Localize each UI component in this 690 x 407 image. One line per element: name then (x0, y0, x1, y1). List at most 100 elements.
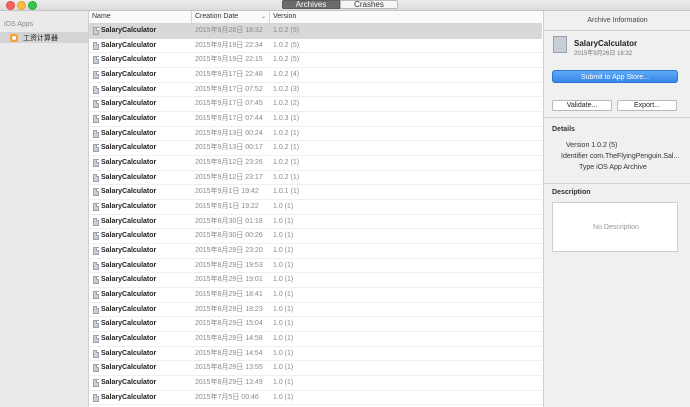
archive-document-icon (93, 335, 99, 344)
table-row[interactable]: SalaryCalculator 2015年9月17日 22:48 1.0.2 (4… (89, 68, 542, 83)
table-row[interactable]: SalaryCalculator 2015年9月17日 07:44 1.0.3 (1… (89, 112, 542, 127)
version-cell: 1.0.1 (1) (273, 188, 300, 196)
table-row[interactable]: SalaryCalculator 2015年8月29日 23:20 1.0 (1) (89, 244, 542, 259)
version-cell: 1.0.2 (1) (273, 129, 300, 137)
table-row[interactable]: SalaryCalculator 2015年8月29日 18:23 1.0 (1) (89, 303, 542, 318)
table-row[interactable]: SalaryCalculator 2015年9月1日 19:22 1.0 (1) (89, 200, 542, 215)
table-row[interactable]: SalaryCalculator 2015年9月19日 22:15 1.0.2 (5… (89, 53, 542, 69)
description-placeholder: No Description (593, 224, 639, 231)
archive-name-cell: SalaryCalculator (101, 41, 157, 49)
creation-date-cell: 2015年9月17日 07:44 (195, 115, 263, 123)
detail-type-label: Type (579, 164, 595, 171)
zoom-window-button[interactable] (28, 1, 37, 10)
table-row[interactable]: SalaryCalculator 2015年8月29日 13:49 1.0 (1) (89, 376, 542, 391)
table-row[interactable]: SalaryCalculator 2015年8月30日 01:18 1.0 (1) (89, 215, 542, 230)
archive-document-icon (93, 305, 99, 314)
archive-document-icon (93, 159, 99, 168)
sidebar-item-label: 工资计算器 (23, 34, 58, 42)
version-cell: 1.0.2 (2) (273, 100, 300, 108)
close-window-button[interactable] (6, 1, 15, 10)
archive-name-cell: SalaryCalculator (101, 261, 157, 269)
creation-date-cell: 2015年9月19日 22:15 (195, 56, 263, 64)
version-cell: 1.0.2 (4) (273, 71, 300, 79)
column-header-version[interactable]: Version (270, 11, 330, 23)
archive-name-cell: SalaryCalculator (101, 56, 157, 64)
export-button[interactable]: Export... (617, 100, 677, 111)
creation-date-cell: 2015年8月29日 13:49 (195, 379, 263, 387)
archive-document-icon (93, 27, 99, 35)
detail-version: Version 1.0.2 (5) (566, 142, 617, 149)
version-cell: 1.0 (1) (273, 276, 294, 284)
archive-document-icon (93, 349, 99, 358)
table-row[interactable]: SalaryCalculator 2015年9月17日 07:45 1.0.2 (2… (89, 97, 542, 113)
archive-name-cell: SalaryCalculator (101, 203, 157, 211)
table-row[interactable]: SalaryCalculator 2015年8月29日 14:54 1.0 (1) (89, 347, 542, 362)
archive-document-icon (93, 85, 99, 94)
detail-identifier-label: Identifier (561, 153, 588, 160)
table-row[interactable]: SalaryCalculator 2015年8月29日 19:01 1.0 (1) (89, 273, 542, 289)
version-cell: 1.0 (1) (273, 335, 294, 343)
minimize-window-button[interactable] (17, 1, 26, 10)
table-row[interactable]: SalaryCalculator 2015年9月26日 18:32 1.0.2 (5… (89, 24, 542, 39)
table-row[interactable]: SalaryCalculator 2015年9月12日 23:26 1.0.2 (1… (89, 156, 542, 171)
table-row[interactable]: SalaryCalculator 2015年9月1日 19:42 1.0.1 (1) (89, 185, 542, 201)
archive-name: SalaryCalculator (574, 39, 638, 48)
creation-date-cell: 2015年8月29日 14:58 (195, 335, 263, 343)
creation-date-cell: 2015年8月29日 19:53 (195, 261, 263, 269)
validate-button[interactable]: Validate... (552, 100, 612, 111)
tab-archives[interactable]: Archives (282, 0, 340, 9)
archive-document-icon (93, 261, 99, 270)
archive-document-icon (93, 100, 99, 109)
creation-date-cell: 2015年9月17日 22:48 (195, 71, 263, 79)
submit-to-app-store-button[interactable]: Submit to App Store... (552, 70, 678, 83)
table-row[interactable]: SalaryCalculator 2015年8月29日 19:53 1.0 (1) (89, 259, 542, 274)
table-row[interactable]: SalaryCalculator 2015年9月13日 00:24 1.0.2 (1… (89, 127, 542, 142)
archive-name-cell: SalaryCalculator (101, 159, 157, 167)
inspector-title: Archive Information (544, 11, 690, 31)
archive-name-cell: SalaryCalculator (101, 115, 157, 123)
view-switcher: Archives Crashes (282, 0, 398, 9)
column-header-creation-date[interactable]: Creation Date ⌄ (192, 11, 270, 23)
version-cell: 1.0 (1) (273, 349, 294, 357)
table-row[interactable]: SalaryCalculator 2015年8月29日 14:58 1.0 (1) (89, 332, 542, 347)
archive-name-cell: SalaryCalculator (101, 144, 157, 152)
archive-name-cell: SalaryCalculator (101, 217, 157, 225)
archive-document-icon (93, 144, 99, 153)
archive-name-cell: SalaryCalculator (101, 100, 157, 108)
detail-type-value: iOS App Archive (596, 164, 647, 171)
archive-document-icon (93, 56, 99, 65)
creation-date-cell: 2015年8月29日 18:41 (195, 291, 263, 299)
description-field[interactable]: No Description (552, 202, 678, 252)
creation-date-cell: 2015年9月17日 07:45 (195, 100, 263, 108)
archive-name-cell: SalaryCalculator (101, 27, 157, 34)
version-cell: 1.0 (1) (273, 247, 294, 255)
column-header-name[interactable]: Name (89, 11, 192, 23)
table-row[interactable]: SalaryCalculator 2015年8月29日 13:55 1.0 (1) (89, 361, 542, 377)
table-row[interactable]: SalaryCalculator 2015年9月17日 07:52 1.0.2 (3… (89, 83, 542, 98)
sidebar-item-app[interactable]: 工资计算器 (0, 32, 88, 43)
table-row[interactable]: SalaryCalculator 2015年9月13日 00:17 1.0.2 (1… (89, 141, 542, 157)
archive-name-cell: SalaryCalculator (101, 364, 157, 372)
tab-crashes[interactable]: Crashes (340, 0, 398, 9)
version-cell: 1.0.2 (3) (273, 85, 300, 93)
table-row[interactable]: SalaryCalculator 2015年9月12日 23:17 1.0.2 (1… (89, 171, 542, 186)
creation-date-cell: 2015年8月29日 19:01 (195, 276, 263, 284)
version-cell: 1.0 (1) (273, 364, 294, 372)
details-title: Details (552, 126, 575, 133)
table-row[interactable]: SalaryCalculator 2015年8月29日 15:04 1.0 (1) (89, 317, 542, 333)
version-cell: 1.0 (1) (273, 261, 294, 269)
archive-document-icon (93, 115, 99, 124)
archive-document-icon (93, 129, 99, 138)
archive-document-icon (93, 71, 99, 80)
version-cell: 1.0.2 (1) (273, 144, 300, 152)
table-row[interactable]: SalaryCalculator 2015年8月29日 18:41 1.0 (1) (89, 288, 542, 303)
version-cell: 1.0 (1) (273, 232, 294, 240)
creation-date-cell: 2015年8月29日 15:04 (195, 320, 263, 328)
archive-document-icon (93, 203, 99, 212)
table-row[interactable]: SalaryCalculator 2015年9月19日 22:34 1.0.2 (5… (89, 39, 542, 54)
detail-identifier-value: com.TheFlyingPenguin.Sal... (589, 153, 680, 160)
archive-date: 2015年9月26日 18:32 (574, 51, 633, 57)
table-row[interactable]: SalaryCalculator 2015年7月5日 00:46 1.0 (1) (89, 391, 542, 406)
archive-inspector: Archive Information SalaryCalculator 201… (543, 11, 690, 407)
table-row[interactable]: SalaryCalculator 2015年8月30日 00:26 1.0 (1) (89, 229, 542, 245)
